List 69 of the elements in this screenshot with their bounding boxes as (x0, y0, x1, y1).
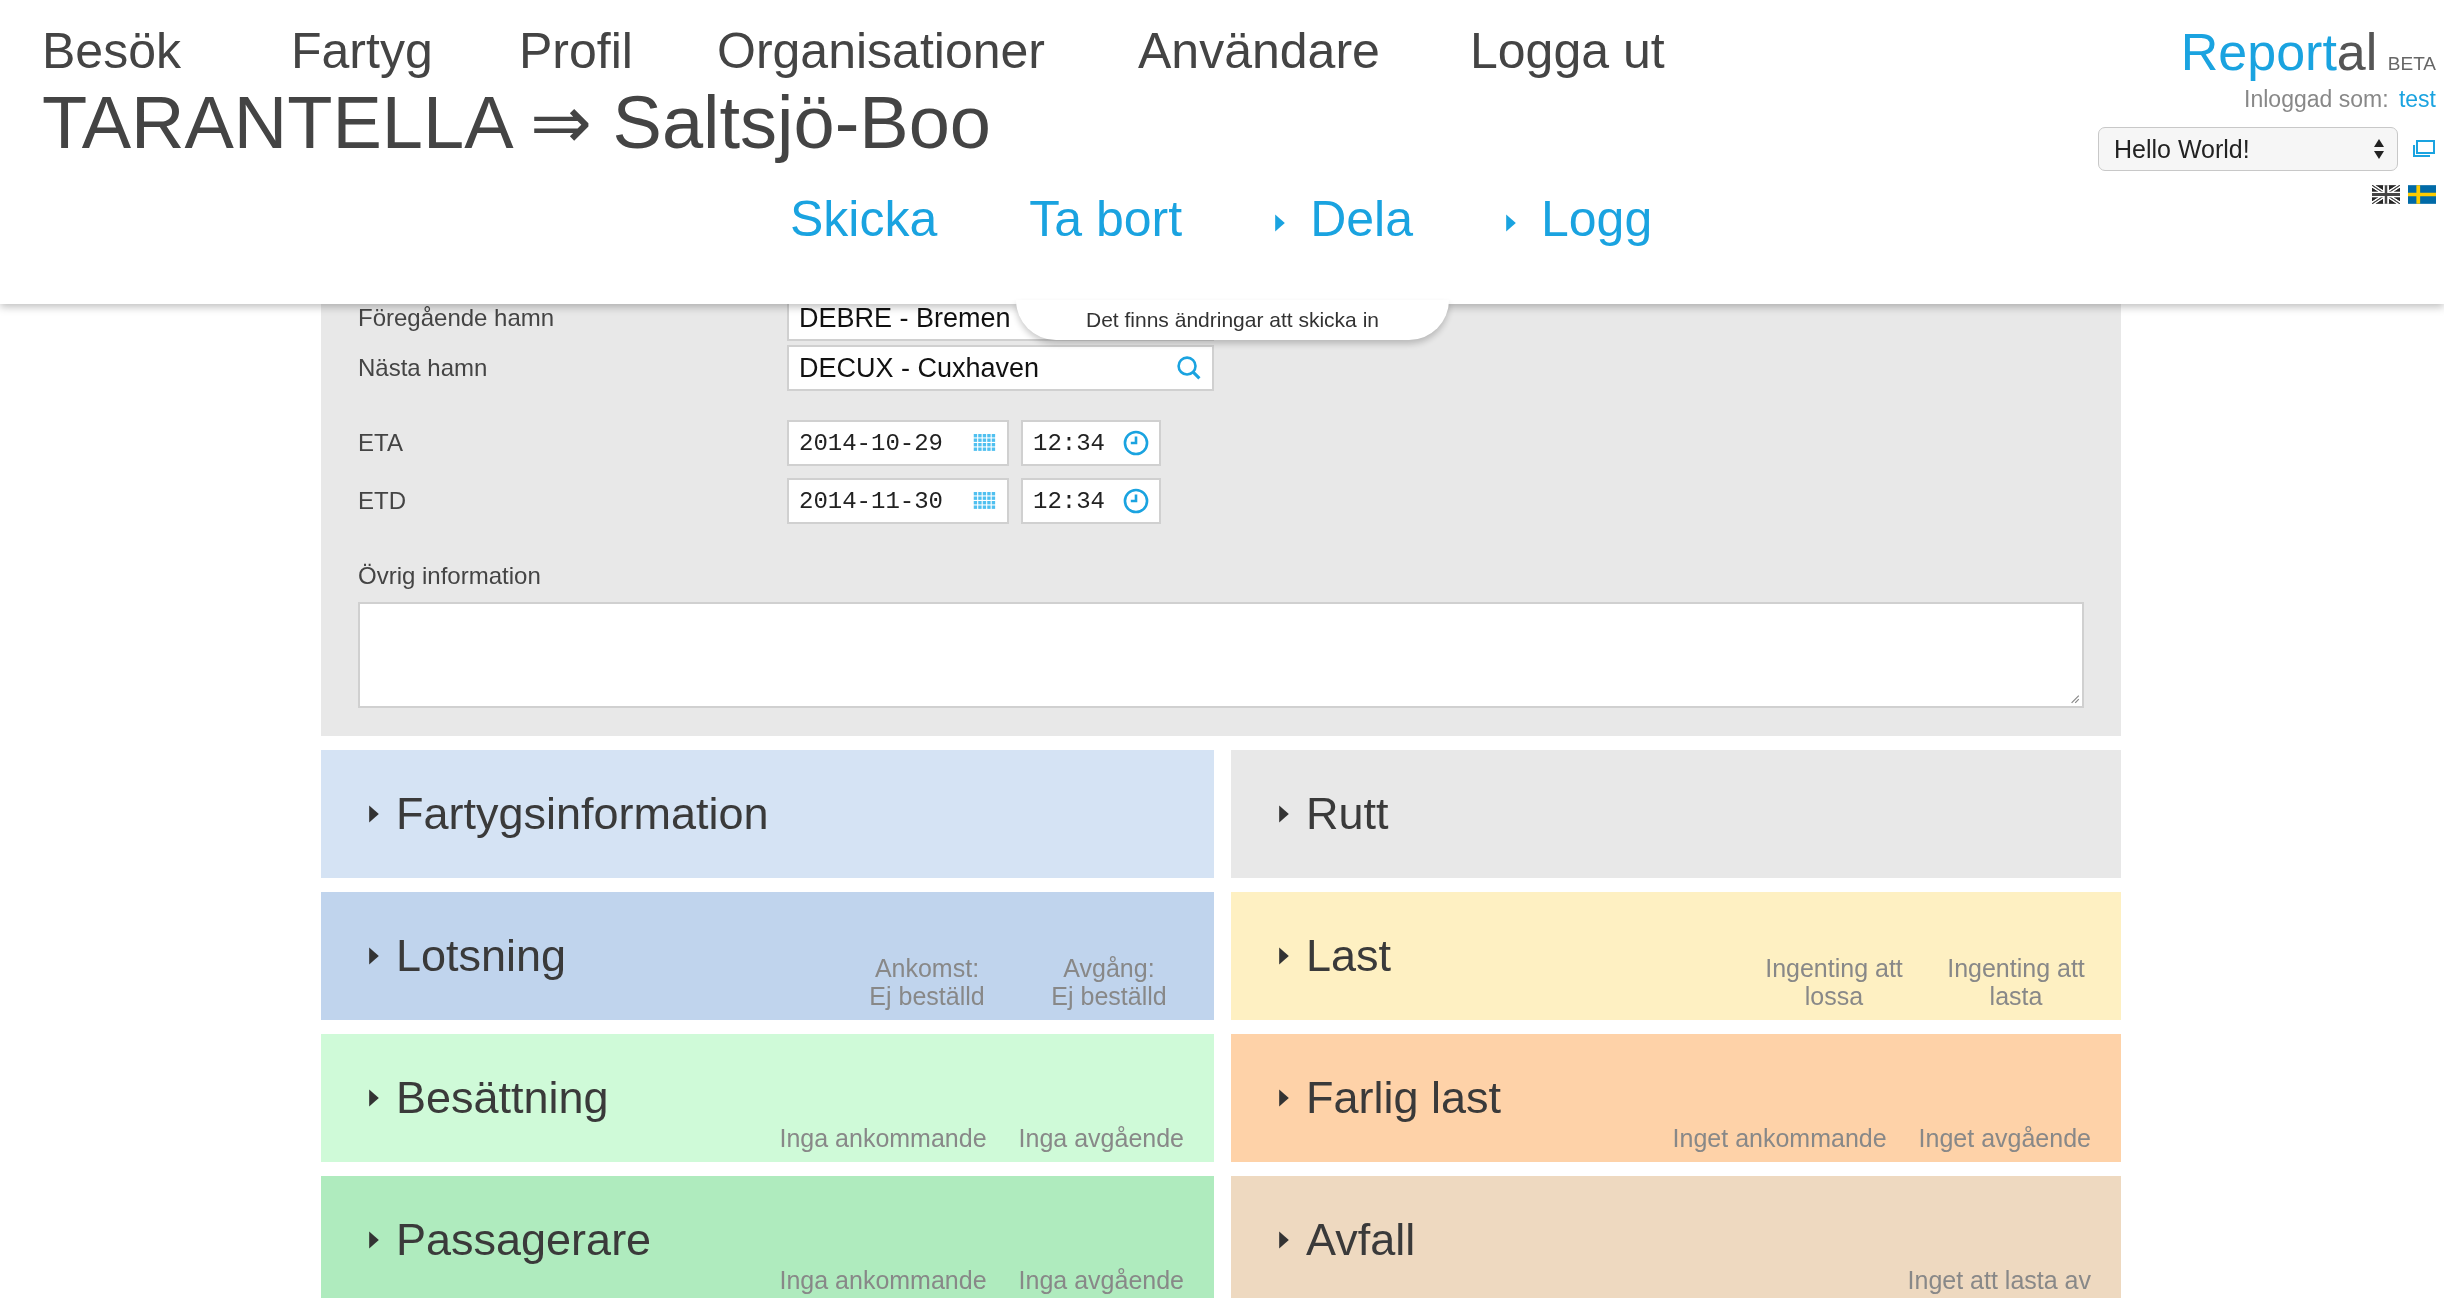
field-label: Övrig information (358, 562, 542, 590)
calendar-icon (973, 434, 997, 452)
field-label: ETD (358, 487, 407, 515)
beta-label: BETA (2387, 53, 2436, 74)
section-status: Inga avgående (1018, 1124, 1184, 1152)
section-title: Farlig last (1306, 1072, 1502, 1124)
triangle-icon (1278, 945, 1290, 967)
section-card[interactable]: Passagerare Inga ankommande Inga avgående (321, 1176, 1214, 1298)
section-card[interactable]: Last Ingenting att lossa Ingenting att lasta (1231, 892, 2121, 1020)
resize-grip-icon[interactable] (2068, 692, 2080, 704)
section-status: Inget att lasta av (1907, 1266, 2091, 1294)
page-title: TARANTELLA ⇒ Saltsjö-Boo (42, 82, 992, 164)
section-card[interactable]: Besättning Inga ankommande Inga avgående (321, 1034, 1214, 1162)
section-status: Inget ankommande (1672, 1124, 1887, 1152)
field-label: Föregående hamn (358, 304, 556, 332)
sweden-flag-icon[interactable] (2408, 185, 2436, 204)
logged-in-label: Inloggad som: (2244, 86, 2389, 112)
triangle-icon (1278, 803, 1290, 825)
uk-flag-icon[interactable] (2372, 185, 2400, 204)
port-field[interactable]: DECUX - Cuxhaven (787, 345, 1214, 391)
brand-logo[interactable]: Reportal (2180, 22, 2378, 82)
nav-link[interactable]: Fartyg (291, 22, 519, 80)
triangle-icon (1504, 213, 1517, 233)
organization-select[interactable]: Hello World! (2098, 127, 2398, 171)
section-title: Besättning (396, 1072, 609, 1124)
section-status: Ankomst: Ej beställd (868, 954, 986, 1010)
section-status: Inga ankommande (779, 1266, 987, 1294)
section-status: Inga ankommande (779, 1124, 987, 1152)
section-title: Fartygsinformation (396, 788, 769, 840)
up-down-arrow-icon (2373, 138, 2385, 160)
section-status: Avgång: Ej beställd (1050, 954, 1168, 1010)
section-title: Avfall (1306, 1214, 1416, 1266)
triangle-icon (368, 803, 380, 825)
nav-link[interactable]: Logga ut (1470, 22, 1665, 80)
section-status: Ingenting att lasta (1946, 954, 2086, 1010)
section-status: Inga avgående (1018, 1266, 1184, 1294)
field-label: Nästa hamn (358, 354, 489, 382)
search-icon (1176, 355, 1202, 381)
triangle-icon (1274, 213, 1287, 233)
time-field[interactable]: 12:34 (1021, 420, 1161, 466)
section-card[interactable]: Avfall Inget att lasta av (1231, 1176, 2121, 1298)
section-title: Lotsning (396, 930, 567, 982)
field-label: ETA (358, 429, 404, 457)
section-card[interactable]: Farlig last Inget ankommande Inget avgående (1231, 1034, 2121, 1162)
section-title: Last (1306, 930, 1392, 982)
section-title: Rutt (1306, 788, 1389, 840)
nav-link[interactable]: Profil (519, 22, 717, 80)
section-card[interactable]: Fartygsinformation (321, 750, 1214, 878)
section-card[interactable]: Lotsning Ankomst: Ej beställd Avgång: Ej beställd (321, 892, 1214, 1020)
triangle-icon (368, 945, 380, 967)
section-title: Passagerare (396, 1214, 652, 1266)
date-field[interactable]: 2014-10-29 (787, 420, 1009, 466)
nav-link[interactable]: Användare (1138, 22, 1470, 80)
nav-link[interactable]: Besök (42, 22, 291, 80)
triangle-icon (1278, 1229, 1290, 1251)
triangle-icon (368, 1087, 380, 1109)
section-card[interactable]: Rutt (1231, 750, 2121, 878)
triangle-icon (368, 1229, 380, 1251)
triangle-icon (1278, 1087, 1290, 1109)
notice-tooltip: Det finns ändringar att skicka in (1016, 300, 1449, 340)
calendar-icon (973, 492, 997, 510)
clock-icon (1123, 488, 1149, 514)
date-field[interactable]: 2014-11-30 (787, 478, 1009, 524)
section-status: Ingenting att lossa (1764, 954, 1904, 1010)
section-status: Inget avgående (1918, 1124, 2091, 1152)
nav-link[interactable]: Organisationer (717, 22, 1138, 80)
windows-icon[interactable] (2412, 139, 2436, 159)
clock-icon (1123, 430, 1149, 456)
time-field[interactable]: 12:34 (1021, 478, 1161, 524)
